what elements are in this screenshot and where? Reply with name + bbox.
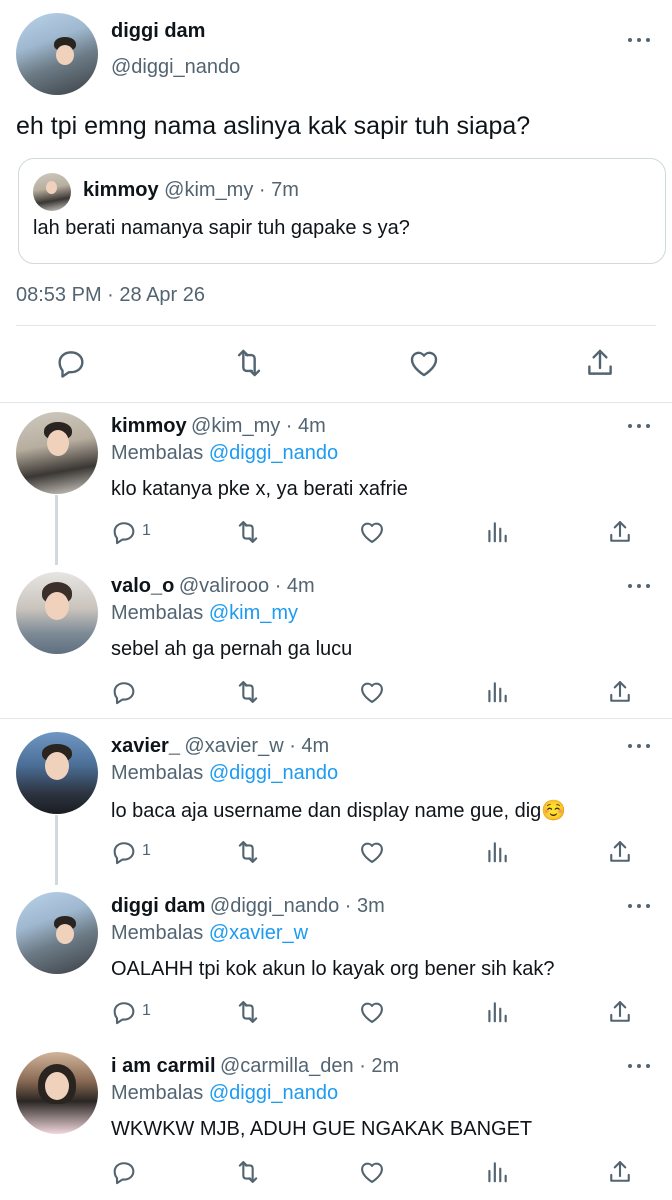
reply-author-meta[interactable]: @kim_my · 4m bbox=[191, 415, 326, 437]
share-icon[interactable] bbox=[606, 838, 634, 866]
reply-text: OALAHH tpi kok akun lo kayak org bener s… bbox=[111, 958, 555, 980]
heart-icon[interactable] bbox=[358, 1158, 386, 1186]
share-icon[interactable] bbox=[606, 998, 634, 1026]
retweet-icon[interactable] bbox=[233, 998, 263, 1026]
reply-icon[interactable] bbox=[110, 838, 138, 866]
reply-icon[interactable] bbox=[110, 1158, 138, 1186]
avatar[interactable] bbox=[16, 572, 98, 654]
reply-author-name[interactable]: valo_o bbox=[111, 575, 174, 597]
reply-icon[interactable] bbox=[54, 346, 88, 380]
views-icon[interactable] bbox=[484, 518, 510, 546]
replying-label: Membalas bbox=[111, 762, 204, 784]
heart-icon[interactable] bbox=[407, 346, 441, 380]
replying-to-link[interactable]: @diggi_nando bbox=[209, 762, 338, 784]
reply-author-meta[interactable]: @xavier_w · 4m bbox=[184, 735, 329, 757]
reply-author-name[interactable]: diggi dam bbox=[111, 895, 205, 917]
reply-text: sebel ah ga pernah ga lucu bbox=[111, 638, 353, 660]
reply-icon[interactable] bbox=[110, 518, 138, 546]
views-icon[interactable] bbox=[484, 678, 510, 706]
more-icon[interactable] bbox=[628, 582, 652, 590]
reply-icon[interactable] bbox=[110, 998, 138, 1026]
quote-author-name: kimmoy bbox=[83, 179, 159, 201]
heart-icon[interactable] bbox=[358, 518, 386, 546]
avatar[interactable] bbox=[16, 412, 98, 494]
tweet-text: eh tpi emng nama aslinya kak sapir tuh s… bbox=[16, 112, 531, 140]
replying-to-link[interactable]: @diggi_nando bbox=[209, 442, 338, 464]
share-icon[interactable] bbox=[606, 518, 634, 546]
reply-text: lo baca aja username dan display name gu… bbox=[111, 800, 567, 822]
avatar[interactable] bbox=[16, 1052, 98, 1134]
author-name[interactable]: diggi dam bbox=[111, 20, 205, 43]
share-icon[interactable] bbox=[606, 678, 634, 706]
views-icon[interactable] bbox=[484, 998, 510, 1026]
reply-text: klo katanya pke x, ya berati xafrie bbox=[111, 478, 408, 500]
more-icon[interactable] bbox=[628, 36, 652, 44]
retweet-icon[interactable] bbox=[233, 518, 263, 546]
more-icon[interactable] bbox=[628, 742, 652, 750]
retweet-icon[interactable] bbox=[233, 838, 263, 866]
replying-to-link[interactable]: @kim_my bbox=[209, 602, 298, 624]
replying-label: Membalas bbox=[111, 922, 204, 944]
avatar bbox=[33, 173, 71, 211]
more-icon[interactable] bbox=[628, 422, 652, 430]
timestamp: 08:53 PM · 28 Apr 26 bbox=[16, 284, 206, 306]
reply-author-meta[interactable]: @diggi_nando · 3m bbox=[210, 895, 385, 917]
more-icon[interactable] bbox=[628, 1062, 652, 1070]
reply-author-name[interactable]: kimmoy bbox=[111, 415, 187, 437]
views-icon[interactable] bbox=[484, 1158, 510, 1186]
quoted-tweet[interactable]: kimmoy @kim_my · 7m lah berati namanya s… bbox=[18, 158, 666, 264]
heart-icon[interactable] bbox=[358, 678, 386, 706]
avatar[interactable] bbox=[16, 732, 98, 814]
reply-author-name[interactable]: xavier_ bbox=[111, 735, 180, 757]
reply-icon[interactable] bbox=[110, 678, 138, 706]
avatar[interactable] bbox=[16, 13, 98, 95]
reply-author-meta[interactable]: @valirooo · 4m bbox=[179, 575, 315, 597]
quote-text: lah berati namanya sapir tuh gapake s ya… bbox=[33, 217, 410, 239]
replying-to-link[interactable]: @diggi_nando bbox=[209, 1082, 338, 1104]
share-icon[interactable] bbox=[606, 1158, 634, 1186]
replying-label: Membalas bbox=[111, 602, 204, 624]
reply-text: WKWKW MJB, ADUH GUE NGAKAK BANGET bbox=[111, 1118, 533, 1140]
heart-icon[interactable] bbox=[358, 838, 386, 866]
reply-author-name[interactable]: i am carmil bbox=[111, 1055, 216, 1077]
reply-count: 1 bbox=[142, 522, 151, 539]
reply-author-meta[interactable]: @carmilla_den · 2m bbox=[220, 1055, 399, 1077]
retweet-icon[interactable] bbox=[233, 1158, 263, 1186]
views-icon[interactable] bbox=[484, 838, 510, 866]
retweet-icon[interactable] bbox=[233, 678, 263, 706]
replying-to-link[interactable]: @xavier_w bbox=[209, 922, 308, 944]
author-handle[interactable]: @diggi_nando bbox=[111, 56, 240, 79]
quote-author-meta: @kim_my · 7m bbox=[164, 179, 299, 201]
reply-count: 1 bbox=[142, 842, 151, 859]
reply-count: 1 bbox=[142, 1002, 151, 1019]
retweet-icon[interactable] bbox=[231, 346, 267, 380]
share-icon[interactable] bbox=[583, 346, 617, 380]
replying-label: Membalas bbox=[111, 1082, 204, 1104]
avatar[interactable] bbox=[16, 892, 98, 974]
replying-label: Membalas bbox=[111, 442, 204, 464]
more-icon[interactable] bbox=[628, 902, 652, 910]
heart-icon[interactable] bbox=[358, 998, 386, 1026]
